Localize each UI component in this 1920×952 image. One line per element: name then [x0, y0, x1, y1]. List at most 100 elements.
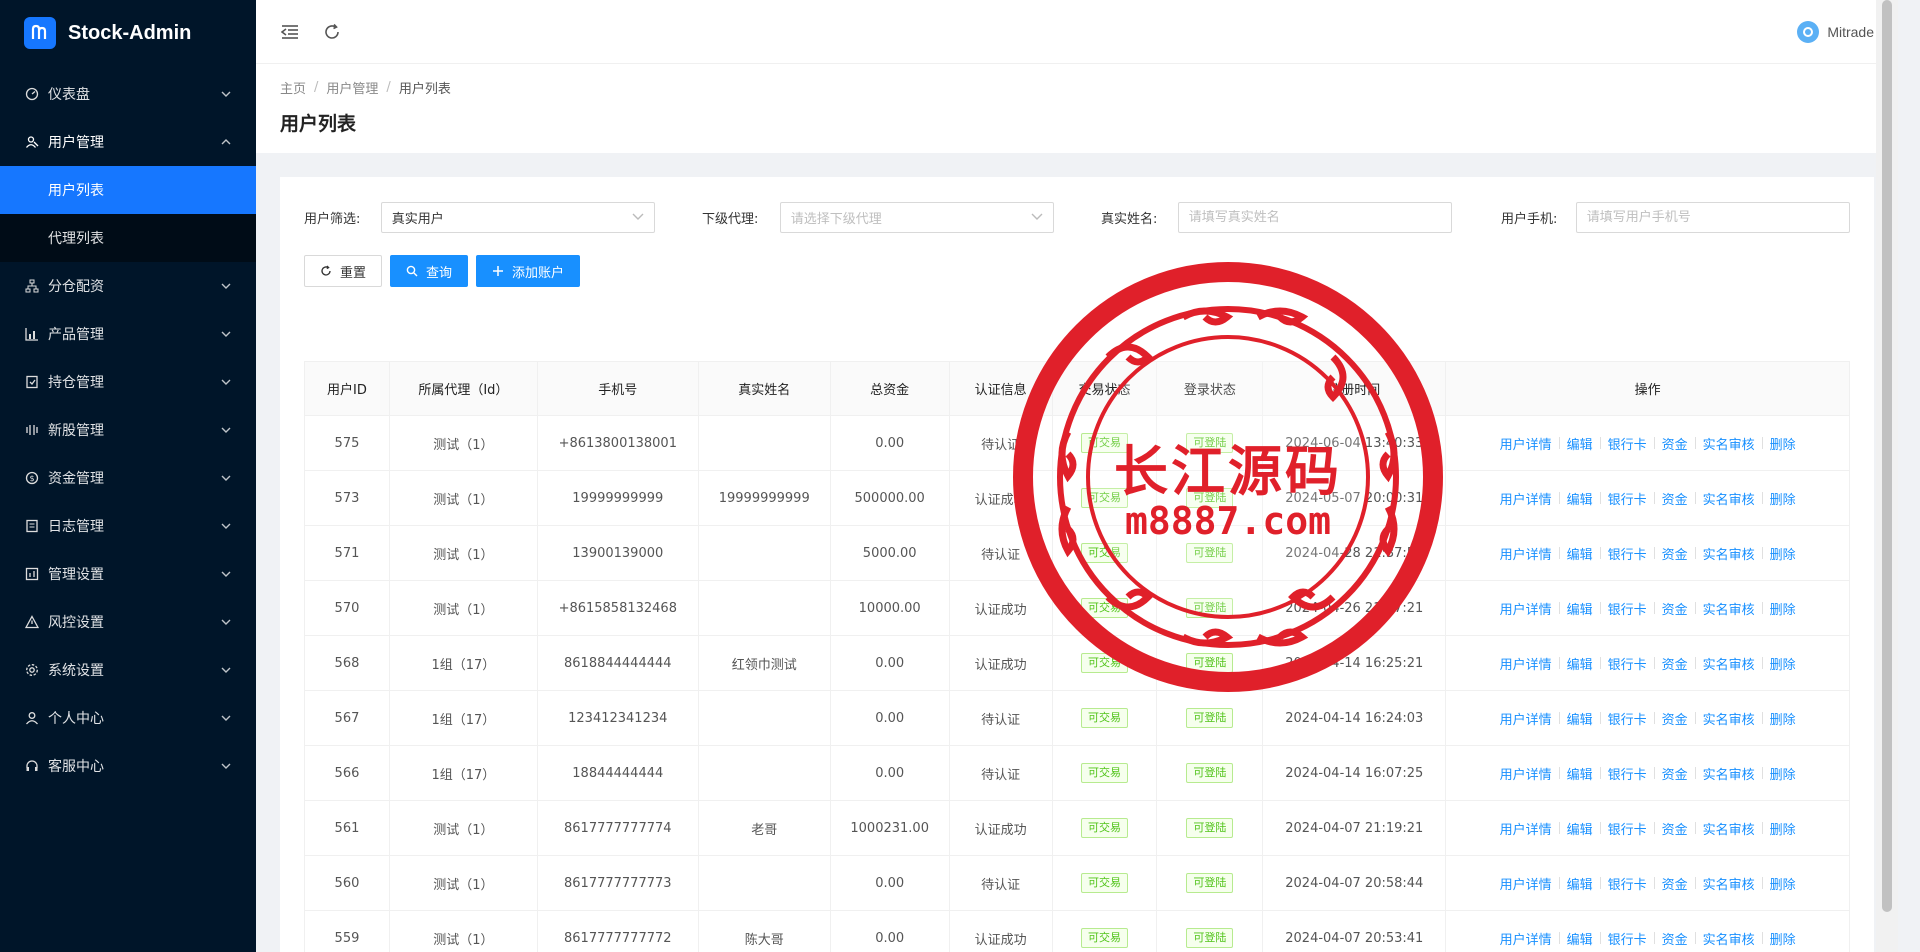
op-link[interactable]: 银行卡: [1608, 764, 1647, 783]
add-account-button[interactable]: 添加账户: [476, 255, 581, 287]
op-link[interactable]: 实名审核: [1703, 489, 1755, 508]
op-link[interactable]: 删除: [1770, 434, 1796, 453]
breadcrumb-user-manage[interactable]: 用户管理: [326, 78, 378, 97]
op-link[interactable]: 实名审核: [1703, 434, 1755, 453]
op-link[interactable]: 银行卡: [1608, 544, 1647, 563]
op-link[interactable]: 银行卡: [1608, 434, 1647, 453]
sidebar-item[interactable]: 用户管理: [0, 118, 256, 166]
op-link[interactable]: 银行卡: [1608, 819, 1647, 838]
sidebar-item[interactable]: 产品管理: [0, 310, 256, 358]
op-link[interactable]: 银行卡: [1608, 709, 1647, 728]
sidebar-item[interactable]: 分仓配资: [0, 262, 256, 310]
sidebar-subitem[interactable]: 代理列表: [0, 214, 256, 262]
op-link[interactable]: 实名审核: [1703, 654, 1755, 673]
op-link[interactable]: 资金: [1662, 819, 1688, 838]
cell-name: [697, 855, 831, 911]
sidebar-item[interactable]: 日志管理: [0, 502, 256, 550]
op-link[interactable]: 删除: [1770, 929, 1796, 948]
op-link[interactable]: 实名审核: [1703, 929, 1755, 948]
phone-input[interactable]: [1586, 209, 1839, 225]
op-link[interactable]: 资金: [1662, 489, 1688, 508]
divider: [1599, 657, 1601, 669]
op-link[interactable]: 用户详情: [1500, 819, 1552, 838]
sidebar-item[interactable]: 系统设置: [0, 646, 256, 694]
reset-button[interactable]: 重置: [304, 255, 383, 287]
real-name-input[interactable]: [1188, 209, 1441, 225]
op-link[interactable]: 删除: [1770, 544, 1796, 563]
sidebar-subitem[interactable]: 用户列表: [0, 166, 256, 214]
op-link[interactable]: 银行卡: [1608, 874, 1647, 893]
op-link[interactable]: 资金: [1662, 709, 1688, 728]
scrollbar-thumb[interactable]: [1882, 0, 1892, 912]
search-button[interactable]: 查询: [390, 255, 469, 287]
sidebar-item[interactable]: 仪表盘: [0, 70, 256, 118]
op-link[interactable]: 编辑: [1567, 709, 1593, 728]
breadcrumb-home[interactable]: 主页: [280, 78, 306, 97]
op-link[interactable]: 资金: [1662, 544, 1688, 563]
op-link[interactable]: 用户详情: [1500, 544, 1552, 563]
op-link[interactable]: 删除: [1770, 599, 1796, 618]
user-filter-select[interactable]: 真实用户: [380, 201, 655, 233]
sidebar-item[interactable]: 风控设置: [0, 598, 256, 646]
op-link[interactable]: 资金: [1662, 654, 1688, 673]
op-link[interactable]: 删除: [1770, 874, 1796, 893]
op-link[interactable]: 银行卡: [1608, 489, 1647, 508]
op-link[interactable]: 实名审核: [1703, 819, 1755, 838]
op-link[interactable]: 编辑: [1567, 874, 1593, 893]
op-link[interactable]: 银行卡: [1608, 929, 1647, 948]
op-link[interactable]: 实名审核: [1703, 874, 1755, 893]
op-link[interactable]: 资金: [1662, 599, 1688, 618]
op-link[interactable]: 用户详情: [1500, 654, 1552, 673]
divider: [1653, 492, 1655, 504]
menu-fold-icon[interactable]: [280, 22, 300, 42]
sidebar-item[interactable]: 管理设置: [0, 550, 256, 598]
phone-field[interactable]: [1575, 201, 1850, 233]
op-link[interactable]: 用户详情: [1500, 874, 1552, 893]
op-link[interactable]: 银行卡: [1608, 654, 1647, 673]
user-menu[interactable]: Mitrade: [1797, 20, 1874, 43]
op-link[interactable]: 编辑: [1567, 929, 1593, 948]
op-link[interactable]: 资金: [1662, 434, 1688, 453]
op-link[interactable]: 编辑: [1567, 654, 1593, 673]
op-link[interactable]: 删除: [1770, 654, 1796, 673]
logo[interactable]: Stock-Admin: [0, 0, 256, 66]
sidebar-item[interactable]: 新股管理: [0, 406, 256, 454]
op-link[interactable]: 编辑: [1567, 544, 1593, 563]
op-link[interactable]: 用户详情: [1500, 434, 1552, 453]
sidebar-item[interactable]: $ 资金管理: [0, 454, 256, 502]
op-link[interactable]: 实名审核: [1703, 764, 1755, 783]
op-link[interactable]: 实名审核: [1703, 599, 1755, 618]
op-link[interactable]: 删除: [1770, 709, 1796, 728]
op-link[interactable]: 银行卡: [1608, 599, 1647, 618]
op-link[interactable]: 资金: [1662, 929, 1688, 948]
op-link[interactable]: 用户详情: [1500, 764, 1552, 783]
op-link[interactable]: 编辑: [1567, 819, 1593, 838]
sidebar-item-label: 风控设置: [48, 615, 104, 631]
op-link[interactable]: 资金: [1662, 874, 1688, 893]
sidebar-item[interactable]: 持仓管理: [0, 358, 256, 406]
op-link[interactable]: 用户详情: [1500, 489, 1552, 508]
op-link[interactable]: 实名审核: [1703, 544, 1755, 563]
real-name-field[interactable]: [1177, 201, 1452, 233]
op-link[interactable]: 用户详情: [1500, 599, 1552, 618]
op-link[interactable]: 资金: [1662, 764, 1688, 783]
sub-agent-select[interactable]: 请选择下级代理: [779, 201, 1054, 233]
divider: [1653, 877, 1655, 889]
sidebar-item[interactable]: 客服中心: [0, 742, 256, 790]
op-link[interactable]: 编辑: [1567, 434, 1593, 453]
refresh-icon[interactable]: [322, 22, 342, 42]
op-link[interactable]: 编辑: [1567, 764, 1593, 783]
op-link[interactable]: 删除: [1770, 489, 1796, 508]
op-link[interactable]: 实名审核: [1703, 709, 1755, 728]
op-link[interactable]: 用户详情: [1500, 709, 1552, 728]
op-link[interactable]: 删除: [1770, 764, 1796, 783]
page-scrollbar[interactable]: [1876, 0, 1898, 952]
op-link[interactable]: 编辑: [1567, 599, 1593, 618]
sidebar-item[interactable]: 个人中心: [0, 694, 256, 742]
login-status-badge: 可登陆: [1186, 763, 1234, 783]
op-link[interactable]: 删除: [1770, 819, 1796, 838]
op-link[interactable]: 用户详情: [1500, 929, 1552, 948]
divider: [1761, 437, 1763, 449]
op-link[interactable]: 编辑: [1567, 489, 1593, 508]
divider: [1761, 602, 1763, 614]
